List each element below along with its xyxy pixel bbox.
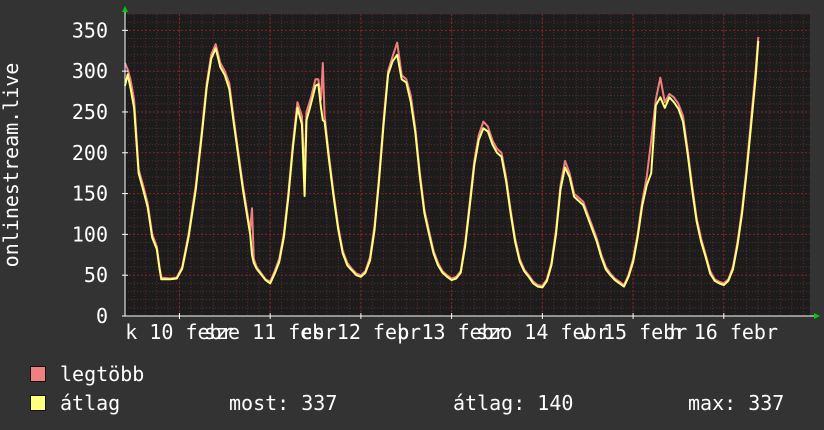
y-tick-label: 150	[72, 182, 108, 206]
y-tick-label: 200	[72, 141, 108, 165]
legend-label-max: legtöbb	[60, 362, 145, 386]
y-tick-label: 0	[96, 304, 108, 328]
y-tick-label: 50	[84, 263, 108, 287]
legend-label-avg: átlag	[60, 391, 121, 415]
x-axis-arrow	[814, 313, 820, 319]
x-axis-tick-labels: k 10 febrsze 11 febrcs 12 febrp 13 febrs…	[125, 320, 778, 344]
avg-series-swatch	[30, 395, 46, 411]
stat-average: átlag: 140	[453, 391, 574, 415]
y-tick-label: 350	[72, 18, 108, 42]
y-tick-label: 250	[72, 100, 108, 124]
stat-now: most: 337	[229, 391, 338, 415]
y-tick-label: 300	[72, 59, 108, 83]
max-series-swatch	[30, 366, 46, 382]
y-axis-label: onlinestream.live	[0, 63, 23, 268]
y-tick-label: 100	[72, 222, 108, 246]
y-axis-tick-labels: 0 50 100 150 200 250 300 350	[72, 18, 108, 328]
stat-max: max: 337	[688, 391, 785, 415]
y-axis-arrow	[122, 6, 128, 12]
x-tick-label: h 16 febr	[670, 320, 778, 344]
plot-background	[125, 14, 810, 316]
